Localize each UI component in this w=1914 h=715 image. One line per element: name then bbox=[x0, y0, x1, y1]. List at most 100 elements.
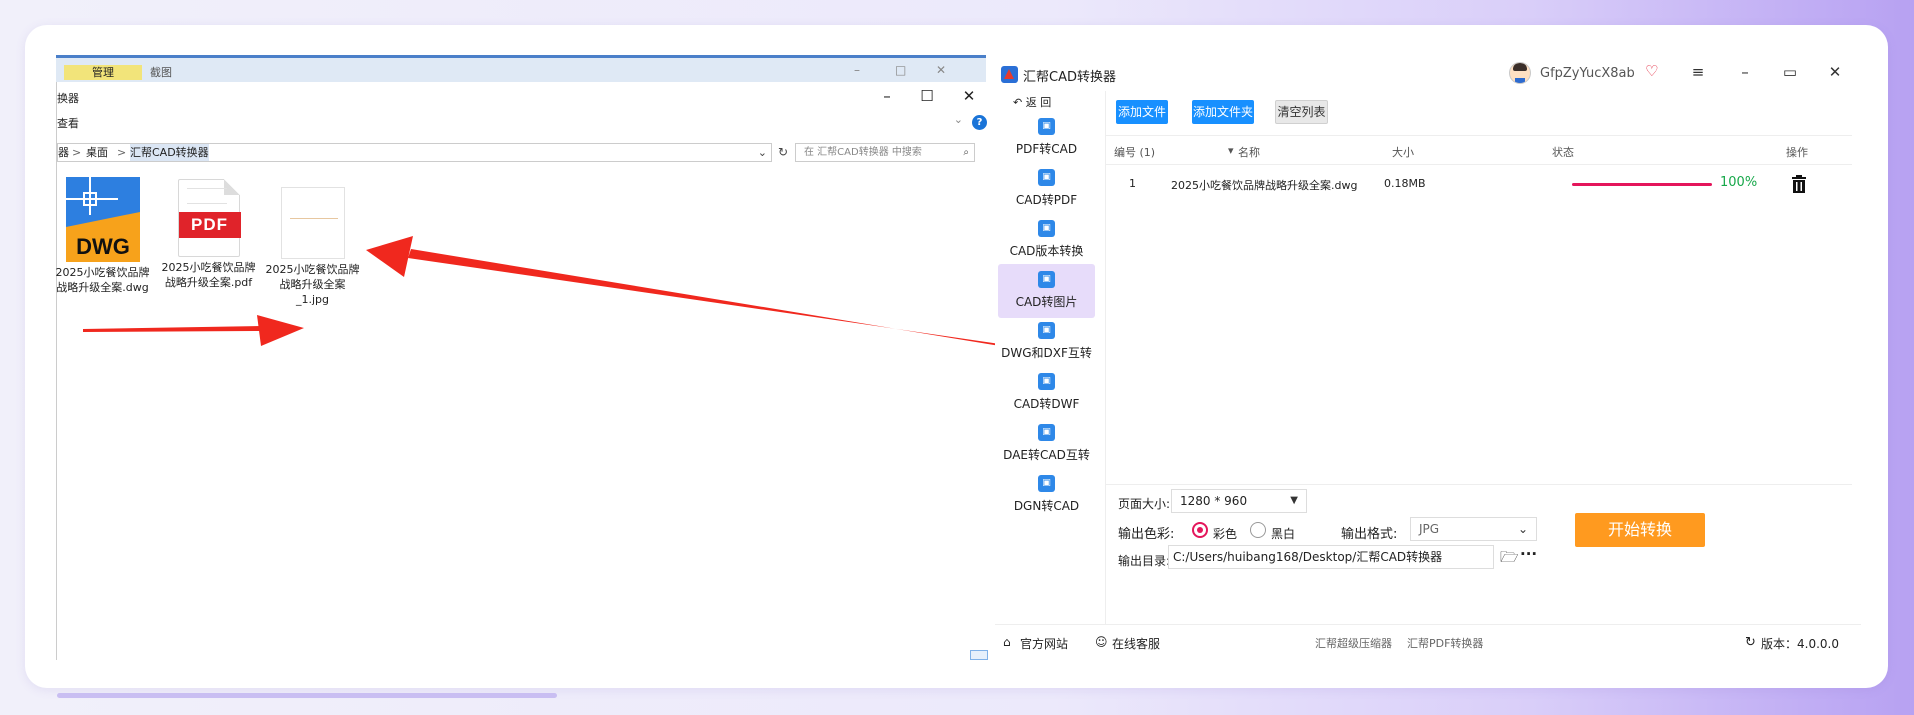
nav-cad-to-image[interactable]: ▣ CAD转图片 bbox=[998, 264, 1095, 318]
close-icon[interactable]: ✕ bbox=[954, 85, 984, 107]
menu-view[interactable]: 查看 bbox=[57, 115, 79, 131]
page-size-select[interactable]: 1280 * 960 ▼ bbox=[1171, 489, 1307, 513]
row-name: 2025小吃餐饮品牌战略升级全案.dwg bbox=[1171, 179, 1358, 192]
minimize-icon[interactable]: – bbox=[872, 85, 902, 107]
start-convert-button[interactable]: 开始转换 bbox=[1575, 513, 1705, 547]
radio-bw-label[interactable]: 黑白 bbox=[1271, 525, 1295, 542]
cad-to-dwf-icon: ▣ bbox=[1038, 373, 1055, 390]
explorer-menubar: 查看 ⌄ ? bbox=[57, 112, 993, 134]
nav-label: CAD转PDF bbox=[1015, 193, 1078, 207]
options-divider bbox=[1106, 484, 1852, 485]
explorer-front-window: 换器 – ☐ ✕ 查看 ⌄ ? 器 > 桌面 > 汇帮CAD转换器 ⌄ ↻ 在 … bbox=[56, 82, 993, 660]
col-size[interactable]: 大小 bbox=[1392, 144, 1414, 160]
refresh-icon[interactable]: ↻ bbox=[773, 143, 793, 162]
support-icon[interactable]: ☺ bbox=[1095, 635, 1108, 649]
radio-bw[interactable] bbox=[1250, 522, 1266, 538]
color-label: 输出色彩: bbox=[1118, 527, 1175, 542]
nav-dwg-dxf[interactable]: ▣ DWG和DXF互转 bbox=[998, 315, 1095, 369]
format-select[interactable]: JPG ⌄ bbox=[1410, 517, 1537, 541]
jpg-file-icon bbox=[280, 187, 345, 259]
maximize-icon[interactable]: ▭ bbox=[1778, 63, 1802, 81]
format-label: 输出格式: bbox=[1341, 527, 1398, 542]
sort-icon[interactable]: ▾ bbox=[1228, 144, 1234, 157]
page-size-value: 1280 * 960 bbox=[1180, 494, 1248, 508]
app-footer: ⌂ 官方网站 ☺ 在线客服 汇帮超级压缩器 汇帮PDF转换器 ↻ 版本：4.0.… bbox=[995, 624, 1861, 659]
dae-to-cad-icon: ▣ bbox=[1038, 424, 1055, 441]
file-name: 2025小吃餐饮品牌战略升级全案.dwg bbox=[56, 266, 150, 294]
ribbon-tab-manage[interactable]: 管理 bbox=[64, 65, 142, 80]
version-text: 版本：4.0.0.0 bbox=[1761, 637, 1839, 651]
file-name: 2025小吃餐饮品牌战略升级全案_1.jpg bbox=[265, 263, 360, 306]
col-index[interactable]: 编号 (1) bbox=[1114, 144, 1155, 160]
support-link[interactable]: 在线客服 bbox=[1112, 635, 1160, 652]
back-button[interactable]: ↶ 返 回 bbox=[1013, 94, 1051, 110]
nav-cad-to-dwf[interactable]: ▣ CAD转DWF bbox=[998, 366, 1095, 420]
col-status[interactable]: 状态 bbox=[1552, 144, 1574, 160]
maximize-icon[interactable]: ☐ bbox=[912, 85, 942, 107]
dwg-dxf-icon: ▣ bbox=[1038, 322, 1055, 339]
address-separator: > bbox=[72, 146, 82, 159]
delete-icon[interactable] bbox=[1790, 174, 1808, 194]
search-input[interactable]: 在 汇帮CAD转换器 中搜索 ⌕ bbox=[795, 143, 975, 162]
row-index: 1 bbox=[1129, 177, 1136, 190]
cad-version-icon: ▣ bbox=[1038, 220, 1055, 237]
dwg-file-icon: DWG bbox=[65, 177, 140, 262]
website-link[interactable]: 官方网站 bbox=[1020, 635, 1068, 652]
file-item-dwg[interactable]: DWG 2025小吃餐饮品牌战略升级全案.dwg bbox=[56, 177, 150, 295]
output-dir-input[interactable]: C:/Users/huibang168/Desktop/汇帮CAD转换器 bbox=[1168, 545, 1494, 569]
bg-maximize-icon[interactable]: □ bbox=[895, 63, 906, 77]
row-size: 0.18MB bbox=[1384, 177, 1426, 190]
address-desktop[interactable]: 桌面 bbox=[86, 144, 108, 161]
address-dropdown-icon[interactable]: ⌄ bbox=[758, 144, 767, 161]
add-file-button[interactable]: 添加文件 bbox=[1116, 100, 1168, 124]
back-icon: ↶ bbox=[1013, 96, 1023, 109]
compressor-link[interactable]: 汇帮超级压缩器 bbox=[1315, 635, 1392, 651]
address-bar[interactable]: 器 > 桌面 > 汇帮CAD转换器 ⌄ bbox=[57, 143, 772, 162]
pdf-to-cad-icon: ▣ bbox=[1038, 118, 1055, 135]
table-row[interactable]: 1 2025小吃餐饮品牌战略升级全案.dwg 0.18MB 100% bbox=[1106, 165, 1852, 203]
output-dir-value: C:/Users/huibang168/Desktop/汇帮CAD转换器 bbox=[1173, 550, 1443, 564]
app-titlebar: 汇帮CAD转换器 GfpZyYucX8ab ♡ ≡ – ▭ ✕ bbox=[995, 57, 1861, 91]
file-explorer-window: 管理 截图 – □ ✕ 换器 – ☐ ✕ 查看 ⌄ ? 器 > 桌面 > 汇帮C… bbox=[56, 55, 993, 660]
user-avatar[interactable] bbox=[1509, 62, 1531, 84]
col-name[interactable]: 名称 bbox=[1238, 144, 1260, 160]
dgn-to-cad-icon: ▣ bbox=[1038, 475, 1055, 492]
scroll-corner bbox=[970, 650, 988, 660]
file-item-jpg[interactable]: 2025小吃餐饮品牌战略升级全案_1.jpg bbox=[265, 177, 360, 307]
ribbon-tab-screenshot[interactable]: 截图 bbox=[150, 65, 172, 80]
file-item-pdf[interactable]: PDF 2025小吃餐饮品牌战略升级全案.pdf bbox=[161, 177, 256, 290]
vip-heart-icon[interactable]: ♡ bbox=[1645, 62, 1658, 80]
help-icon[interactable]: ? bbox=[972, 115, 987, 130]
nav-dgn-to-cad[interactable]: ▣ DGN转CAD bbox=[998, 468, 1095, 522]
minimize-icon[interactable]: – bbox=[1733, 63, 1757, 81]
nav-dae-to-cad[interactable]: ▣ DAE转CAD互转 bbox=[998, 417, 1095, 471]
more-icon[interactable]: ··· bbox=[1520, 545, 1537, 563]
app-title: 汇帮CAD转换器 bbox=[1023, 70, 1116, 85]
pdf-converter-link[interactable]: 汇帮PDF转换器 bbox=[1407, 635, 1483, 651]
thumbnail-line bbox=[289, 218, 338, 219]
radio-color-label[interactable]: 彩色 bbox=[1213, 525, 1237, 542]
bg-minimize-icon[interactable]: – bbox=[854, 63, 860, 77]
nav-cad-to-pdf[interactable]: ▣ CAD转PDF bbox=[998, 162, 1095, 216]
col-action: 操作 bbox=[1786, 146, 1808, 159]
folder-open-icon[interactable]: 🗁 bbox=[1500, 547, 1519, 572]
address-root[interactable]: 器 bbox=[58, 144, 69, 161]
home-icon[interactable]: ⌂ bbox=[1003, 635, 1011, 649]
address-current-folder[interactable]: 汇帮CAD转换器 bbox=[130, 144, 209, 161]
add-folder-button[interactable]: 添加文件夹 bbox=[1192, 100, 1254, 124]
background-bar bbox=[57, 693, 557, 698]
nav-label: DGN转CAD bbox=[1013, 499, 1080, 513]
nav-cad-version[interactable]: ▣ CAD版本转换 bbox=[998, 213, 1095, 267]
nav-label: PDF转CAD bbox=[1015, 142, 1078, 156]
nav-pdf-to-cad[interactable]: ▣ PDF转CAD bbox=[998, 111, 1095, 165]
nav-label: CAD版本转换 bbox=[1009, 244, 1084, 258]
chevron-down-icon: ▼ bbox=[1290, 495, 1298, 506]
bg-close-icon[interactable]: ✕ bbox=[936, 63, 946, 77]
menu-icon[interactable]: ≡ bbox=[1686, 63, 1710, 81]
radio-color[interactable] bbox=[1192, 522, 1208, 538]
refresh-version-icon[interactable]: ↻ bbox=[1745, 635, 1756, 650]
ribbon-expand-icon[interactable]: ⌄ bbox=[954, 113, 963, 126]
clear-list-button[interactable]: 清空列表 bbox=[1275, 100, 1328, 124]
username[interactable]: GfpZyYucX8ab bbox=[1540, 66, 1635, 81]
close-icon[interactable]: ✕ bbox=[1823, 63, 1847, 81]
